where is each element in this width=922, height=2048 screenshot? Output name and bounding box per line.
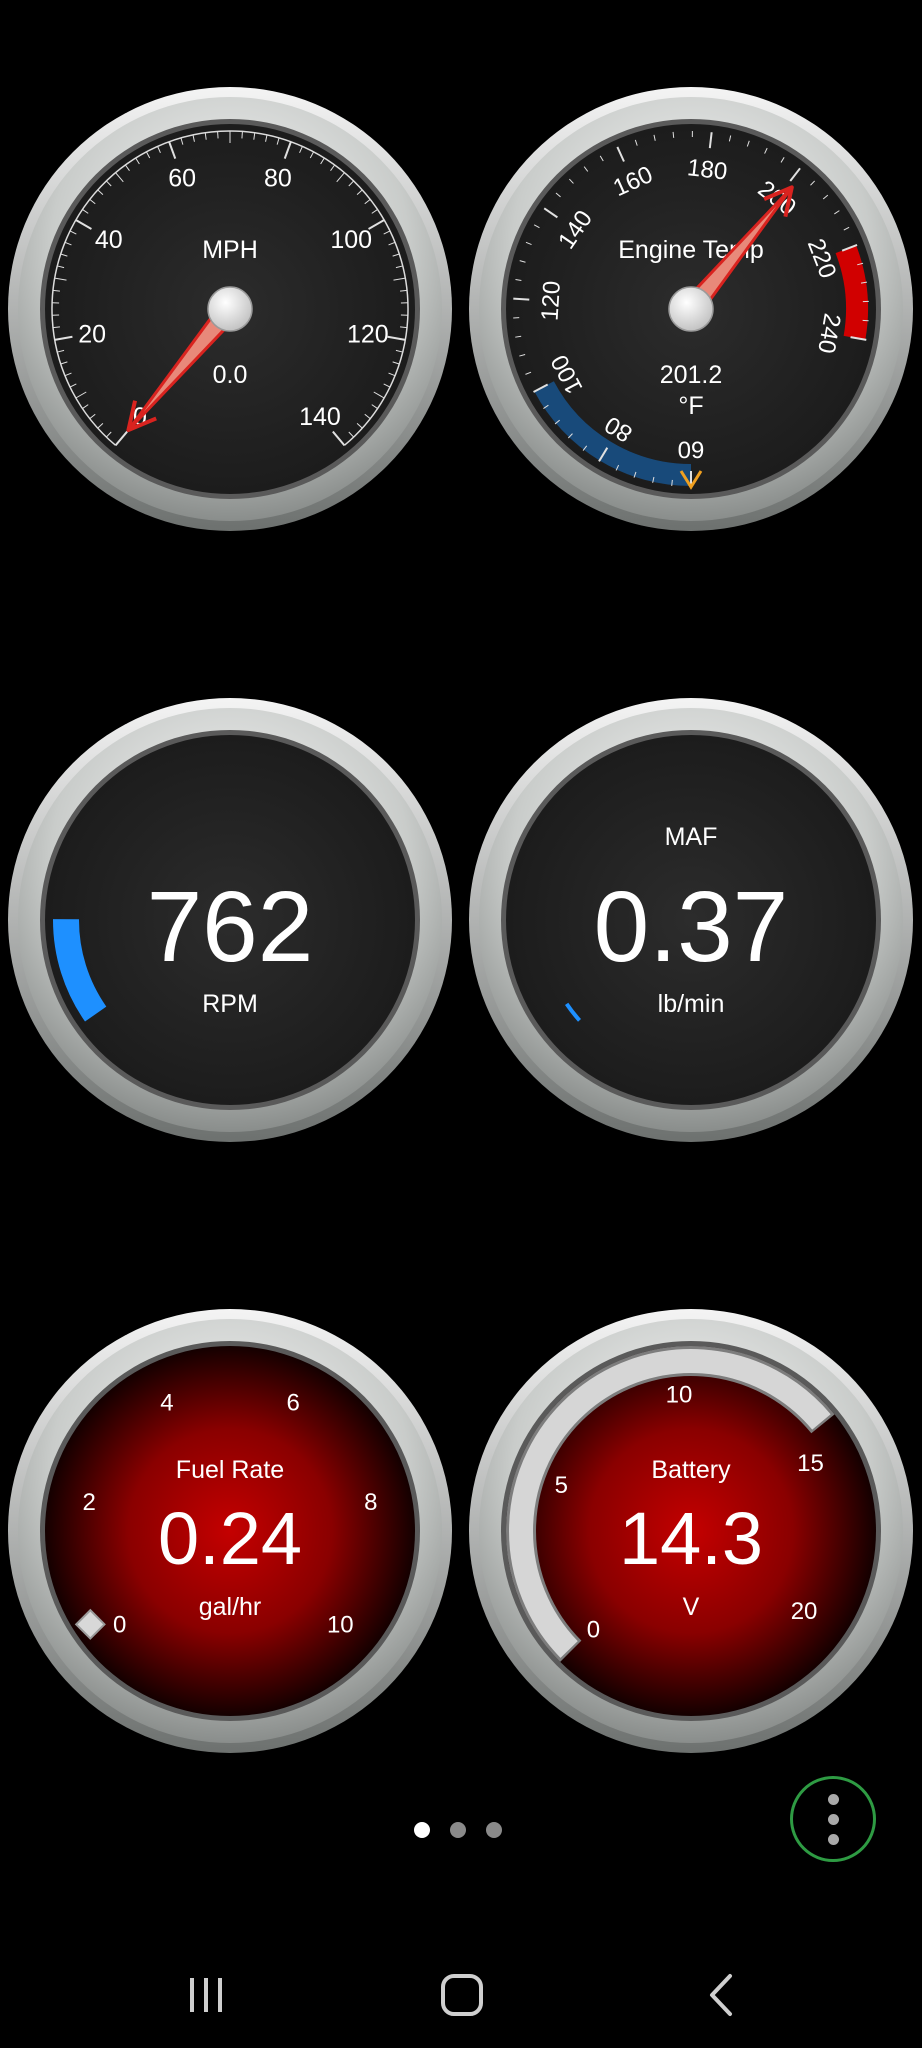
speed-tick-label: 40 — [95, 226, 123, 254]
fuel-tick-label: 8 — [364, 1489, 377, 1516]
page-dot-3[interactable] — [486, 1822, 502, 1838]
fuel-tick-label: 2 — [82, 1489, 95, 1516]
speed-tick-label: 60 — [168, 164, 196, 192]
gauge-value: 0.24 — [158, 1497, 302, 1580]
more-vert-icon-dot — [827, 1813, 839, 1825]
battery-tick-label: 10 — [666, 1382, 693, 1409]
home-button[interactable] — [422, 1960, 502, 2030]
gauge-unit: lb/min — [658, 990, 725, 1018]
gauge-value: 0.37 — [594, 871, 789, 983]
fuel-tick-label: 6 — [286, 1390, 299, 1417]
gauge-unit: °F — [678, 392, 703, 420]
gauge-value: 0.0 — [213, 361, 248, 389]
hot-band — [835, 245, 868, 340]
gauge-title: MPH — [202, 236, 258, 264]
battery-gauge[interactable]: 0 5 10 15 20 Battery 14.3 V — [468, 1308, 914, 1754]
page-dot-1[interactable] — [414, 1822, 430, 1838]
gauge-title: Battery — [651, 1456, 731, 1484]
back-icon — [710, 1974, 732, 2016]
recents-icon — [190, 1978, 222, 2012]
temp-tick-label: 60 — [678, 436, 705, 463]
fuel-rate-gauge[interactable]: 0 2 4 6 8 10 Fuel Rate 0.24 gal/hr — [7, 1308, 453, 1754]
gauge-unit: gal/hr — [199, 1593, 262, 1621]
gauge-title: MAF — [665, 823, 718, 851]
speed-tick-label: 140 — [299, 403, 341, 431]
temp-tick — [672, 131, 675, 138]
rpm-gauge[interactable]: 762 RPM — [7, 697, 453, 1143]
gauge-value: 762 — [147, 871, 314, 983]
engine-temp-gauge[interactable]: 60 80 100 120 140 160 180 200 220 240 Engine Temp… — [468, 86, 914, 532]
back-button[interactable] — [680, 1960, 760, 2030]
fuel-tick-label: 10 — [327, 1612, 354, 1639]
temp-tick — [513, 297, 530, 301]
page-indicator — [414, 1820, 502, 1840]
fuel-tick-label: 4 — [160, 1390, 173, 1417]
battery-tick-label: 5 — [555, 1472, 568, 1499]
speed-gauge[interactable]: 020406080100120140 MPH 0.0 — [7, 86, 453, 532]
speed-tick-label: 80 — [264, 164, 292, 192]
battery-tick-label: 15 — [797, 1450, 824, 1477]
page-dot-2[interactable] — [450, 1822, 466, 1838]
temp-tick-label: 180 — [686, 154, 729, 185]
more-vert-icon-dot — [827, 1833, 839, 1845]
speed-tick-label: 120 — [347, 320, 389, 348]
speed-tick-label: 100 — [330, 226, 372, 254]
battery-tick-label: 20 — [791, 1598, 818, 1625]
system-navigation-bar — [0, 1940, 922, 2048]
home-icon — [441, 1974, 483, 2016]
more-options-button[interactable] — [790, 1776, 876, 1862]
needle-hub — [207, 286, 253, 332]
fuel-tick-label: 0 — [113, 1612, 126, 1639]
speed-tick-label: 20 — [78, 320, 106, 348]
gauge-value: 201.2 — [660, 361, 723, 389]
maf-gauge[interactable]: MAF 0.37 lb/min — [468, 697, 914, 1143]
more-vert-icon — [827, 1793, 839, 1805]
gauge-unit: V — [683, 1593, 700, 1621]
temp-tick — [671, 479, 673, 487]
gauge-unit: RPM — [202, 990, 258, 1018]
temp-tick-label: 120 — [537, 280, 566, 322]
battery-tick-label: 0 — [587, 1617, 600, 1644]
gauge-title: Fuel Rate — [176, 1456, 284, 1484]
gauge-value: 14.3 — [619, 1497, 763, 1580]
needle-hub — [668, 286, 714, 332]
recents-button[interactable] — [166, 1960, 246, 2030]
